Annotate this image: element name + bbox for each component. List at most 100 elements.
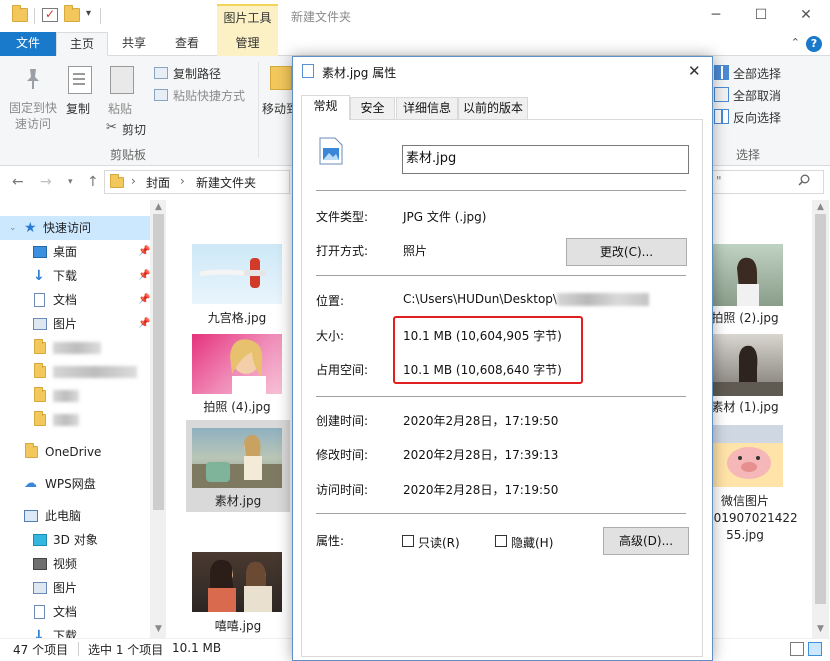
collapse-ribbon-icon[interactable]: ⌃: [791, 36, 800, 49]
select-all-button[interactable]: 全部选择: [733, 65, 781, 82]
minimize-button[interactable]: ─: [706, 5, 726, 25]
sidebar-item-documents[interactable]: 文档 📌: [0, 288, 150, 312]
advanced-button[interactable]: 高级(D)...: [603, 527, 689, 555]
sidebar-item-downloads[interactable]: ↓ 下载 📌: [0, 264, 150, 288]
large-icons-view-icon[interactable]: [808, 642, 822, 656]
close-window-button[interactable]: ✕: [796, 5, 816, 25]
copy-path-button[interactable]: 复制路径: [173, 65, 221, 82]
tab-view[interactable]: 查看: [165, 32, 209, 56]
thumbnail-image[interactable]: [192, 244, 282, 304]
open-with-label: 打开方式:: [316, 244, 369, 258]
sidebar-item-this-pc[interactable]: 此电脑: [0, 504, 150, 528]
tab-previous-versions[interactable]: 以前的版本: [458, 97, 528, 119]
breadcrumb-cover[interactable]: 封面: [146, 174, 170, 191]
nav-scrollbar-thumb[interactable]: [153, 214, 164, 510]
customize-toolbar-icon[interactable]: ▾: [86, 8, 91, 19]
sidebar-item-quick-access[interactable]: ⌄ ★ 快速访问: [0, 216, 150, 240]
selected-size: 10.1 MB: [172, 641, 222, 655]
up-icon[interactable]: ↑: [87, 174, 99, 190]
back-icon[interactable]: ←: [12, 174, 24, 190]
chevron-down-icon[interactable]: ⌄: [9, 216, 17, 240]
paste-button[interactable]: 粘贴: [108, 100, 132, 117]
cut-button[interactable]: 剪切: [122, 121, 146, 138]
thumbnail-image[interactable]: [192, 552, 282, 612]
image-file-icon: [302, 64, 314, 78]
thumbnail-image[interactable]: [713, 334, 783, 396]
tab-home[interactable]: 主页: [56, 32, 108, 56]
tab-general-active[interactable]: 常规: [301, 95, 350, 120]
desktop-icon: [33, 246, 47, 258]
sidebar-item-desktop[interactable]: 桌面 📌: [0, 240, 150, 264]
thumbnail-image[interactable]: [192, 428, 282, 488]
change-app-button[interactable]: 更改(C)...: [566, 238, 687, 266]
sidebar-item-label: WPS网盘: [45, 477, 96, 491]
help-icon[interactable]: ?: [806, 36, 822, 52]
sidebar-item-pictures[interactable]: 图片 📌: [0, 312, 150, 336]
scroll-down-icon[interactable]: ▼: [812, 624, 829, 634]
recent-locations-icon[interactable]: ▾: [68, 177, 73, 187]
sidebar-item-documents-pc[interactable]: 文档: [0, 600, 150, 624]
hidden-checkbox[interactable]: [495, 535, 507, 547]
properties-quick-icon[interactable]: ✓: [42, 8, 58, 22]
dialog-close-button[interactable]: ✕: [688, 62, 701, 80]
new-folder-quick-icon[interactable]: [64, 5, 80, 22]
pin-icon: 📌: [138, 246, 151, 257]
sidebar-item-label: 快速访问: [43, 221, 92, 235]
sidebar-item-onedrive[interactable]: OneDrive: [0, 440, 150, 464]
sidebar-item-blurred-folder[interactable]: [0, 408, 150, 432]
pictures-icon: [33, 318, 47, 330]
move-to-button[interactable]: 移动到: [262, 100, 292, 117]
sidebar-item-blurred-folder[interactable]: [0, 336, 150, 360]
pin-quick-access-button[interactable]: 固定到快 速访问: [8, 100, 58, 132]
created-label: 创建时间:: [316, 414, 369, 428]
hidden-label[interactable]: 隐藏(H): [511, 534, 553, 551]
tab-manage[interactable]: 管理: [217, 32, 278, 56]
thumbnail-image[interactable]: [713, 244, 783, 306]
file-name[interactable]: 素材 (1).jpg: [700, 399, 790, 416]
sidebar-item-pictures-pc[interactable]: 图片: [0, 576, 150, 600]
tab-share[interactable]: 共享: [112, 32, 156, 56]
pin-icon: 📌: [138, 294, 151, 305]
sidebar-item-blurred-folder[interactable]: [0, 384, 150, 408]
search-icon[interactable]: [798, 174, 810, 186]
scroll-up-icon[interactable]: ▲: [150, 202, 167, 212]
sidebar-item-videos[interactable]: 视频: [0, 552, 150, 576]
modified-label: 修改时间:: [316, 448, 369, 462]
forward-icon[interactable]: →: [40, 174, 52, 190]
sidebar-item-label: 3D 对象: [53, 533, 98, 547]
thumbnail-image[interactable]: [713, 425, 783, 487]
tab-file[interactable]: 文件: [0, 32, 56, 56]
file-name[interactable]: 九宫格.jpg: [187, 310, 287, 327]
download-icon: ↓: [33, 268, 45, 284]
maximize-button[interactable]: ☐: [751, 5, 771, 25]
invert-selection-button[interactable]: 反向选择: [733, 109, 781, 126]
breadcrumb-new-folder[interactable]: 新建文件夹: [196, 174, 256, 191]
sidebar-item-wps-drive[interactable]: ☁ WPS网盘: [0, 472, 150, 496]
sidebar-item-3d-objects[interactable]: 3D 对象: [0, 528, 150, 552]
scroll-up-icon[interactable]: ▲: [812, 202, 829, 212]
file-name-multiline[interactable]: 微信图片 _201907021422 55.jpg: [700, 493, 798, 544]
tab-security[interactable]: 安全: [350, 97, 395, 119]
sidebar-item-label: 文档: [53, 605, 78, 619]
scroll-down-icon[interactable]: ▼: [150, 624, 167, 634]
sidebar-item-label: 图片: [53, 317, 78, 331]
details-view-icon[interactable]: [790, 642, 804, 656]
file-name[interactable]: 拍照 (4).jpg: [187, 399, 287, 416]
file-scrollbar-thumb[interactable]: [815, 214, 826, 604]
folder-icon: [12, 5, 28, 22]
sidebar-item-downloads-pc[interactable]: ↓ 下载: [0, 624, 150, 638]
select-none-icon: [714, 87, 729, 102]
select-none-button[interactable]: 全部取消: [733, 87, 781, 104]
divider: [258, 62, 259, 158]
copy-button[interactable]: 复制: [66, 100, 90, 117]
paste-shortcut-button[interactable]: 粘贴快捷方式: [173, 87, 245, 104]
file-name[interactable]: 拍照 (2).jpg: [700, 310, 790, 327]
readonly-label[interactable]: 只读(R): [418, 534, 460, 551]
thumbnail-image[interactable]: [192, 334, 282, 394]
sidebar-item-blurred-folder[interactable]: [0, 360, 150, 384]
filename-input[interactable]: 素材.jpg: [402, 145, 689, 174]
file-name[interactable]: 嘻嘻.jpg: [188, 618, 288, 635]
file-name[interactable]: 素材.jpg: [188, 493, 288, 510]
readonly-checkbox[interactable]: [402, 535, 414, 547]
tab-details[interactable]: 详细信息: [396, 97, 458, 119]
